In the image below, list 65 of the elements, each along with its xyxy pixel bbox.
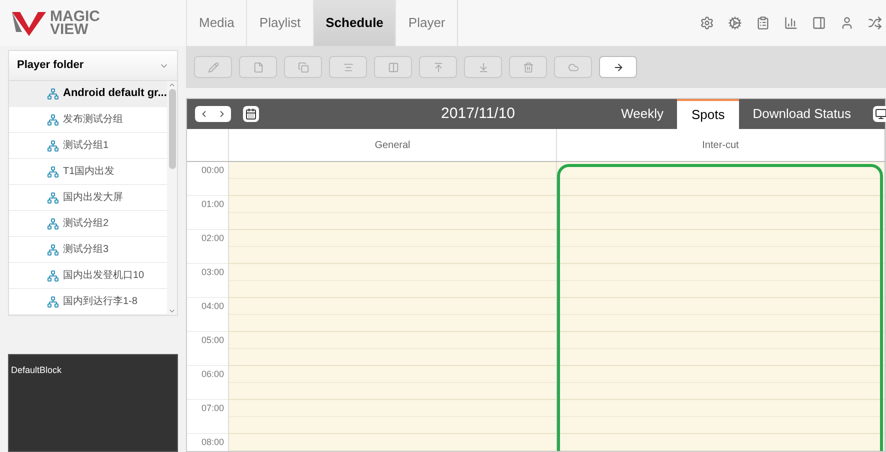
folder-label: 国内出发大屏 (63, 190, 123, 205)
copy-icon (298, 62, 308, 72)
time-label: 08:00 (201, 437, 224, 447)
folder-label: 发布测试分组 (63, 112, 123, 127)
group-icon (47, 218, 59, 230)
time-label: 00:00 (201, 165, 224, 175)
time-label: 03:00 (201, 267, 224, 277)
logo-text: VIEW (50, 23, 88, 36)
scroll-down-icon[interactable] (168, 307, 176, 315)
group-icon (47, 192, 59, 204)
view-tab[interactable]: Spots (677, 99, 739, 129)
folder-label: T1国内出发 (63, 164, 115, 179)
document-icon (252, 62, 264, 72)
align-bottom-icon (478, 62, 488, 72)
scrollbar[interactable] (167, 81, 177, 315)
column-header: General (374, 138, 410, 152)
folder-label: 国内出发登机口10 (63, 268, 144, 283)
logo-text: MAGIC (50, 10, 100, 23)
columns-icon (388, 62, 398, 72)
column-header: Inter-cut (702, 138, 739, 152)
panel-icon[interactable] (812, 16, 826, 30)
view-tab[interactable]: Weekly (607, 99, 678, 129)
export-button[interactable] (873, 106, 886, 122)
scroll-thumb[interactable] (168, 89, 176, 169)
folder-label: Android default gr... (63, 86, 167, 102)
panel-title: Player folder (17, 58, 84, 74)
time-label: 02:00 (201, 233, 224, 243)
group-icon (47, 296, 59, 308)
align-top-icon (432, 62, 444, 72)
monitor-icon (875, 108, 886, 120)
calendar-button[interactable] (243, 106, 259, 122)
folder-label: 国内到达行李1-8 (63, 294, 138, 309)
edit-icon (208, 62, 218, 72)
group-icon (47, 270, 59, 282)
settings-icon[interactable] (728, 16, 742, 30)
group-icon (47, 114, 59, 126)
folder-label: 测试分组2 (63, 216, 109, 231)
align-icon (342, 62, 354, 72)
group-icon (47, 244, 59, 256)
folder-label: 测试分组3 (63, 242, 109, 257)
view-tab[interactable]: Download Status (738, 99, 865, 129)
folder-item[interactable]: Android default gr... (9, 81, 167, 107)
time-label: 01:00 (201, 199, 224, 209)
cloud-icon (568, 62, 578, 72)
time-label: 05:00 (201, 335, 224, 345)
clipboard-icon[interactable] (756, 16, 770, 30)
time-label: 04:00 (201, 301, 224, 311)
calendar-icon (245, 108, 257, 120)
date-label: 2017/11/10 (440, 104, 516, 124)
group-icon (47, 88, 59, 100)
user-icon[interactable] (840, 16, 854, 30)
block-label: DefaultBlock (11, 365, 62, 375)
gears-icon[interactable] (700, 16, 714, 30)
toolbar-button[interactable] (599, 56, 637, 78)
scroll-up-icon[interactable] (168, 81, 176, 89)
logo-mark-icon (12, 10, 46, 36)
group-icon (47, 140, 59, 152)
bar-chart-icon[interactable] (784, 16, 798, 30)
folder-label: 测试分组1 (63, 138, 109, 153)
group-icon (47, 166, 59, 178)
time-label: 06:00 (201, 369, 224, 379)
arrow-right-icon (612, 62, 624, 72)
time-label: 07:00 (201, 403, 224, 413)
nav-tab[interactable]: Schedule (312, 0, 396, 46)
trash-icon (522, 62, 534, 72)
